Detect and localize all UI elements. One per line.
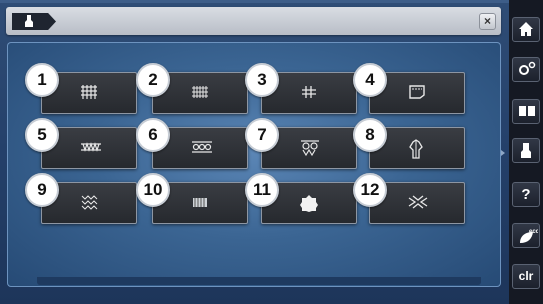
darning-stitch-icon (81, 195, 98, 210)
eco-button[interactable]: eco (512, 223, 540, 248)
tile-number-12: 12 (353, 173, 387, 207)
title-tab (12, 13, 56, 30)
tile-number-9: 9 (25, 173, 59, 207)
scroll-indicator (501, 150, 505, 156)
hem-stitch-icon (193, 198, 207, 207)
buttonhole-stitch-icon (301, 140, 319, 157)
eco-label: eco (529, 229, 538, 235)
shirt-collar-icon (409, 139, 423, 159)
smocking-stitch-icon (192, 141, 212, 153)
help-button[interactable]: ? (512, 182, 540, 207)
tile-number-10: 10 (136, 173, 170, 207)
right-toolbar: ? eco clr (509, 0, 543, 304)
book-icon (519, 106, 535, 116)
close-button[interactable]: × (479, 13, 496, 30)
title-bar: × (6, 7, 501, 35)
settings-icon (519, 61, 536, 75)
tile-number-7: 7 (245, 118, 279, 152)
home-icon (519, 22, 533, 36)
presser-foot-button[interactable] (512, 138, 540, 163)
tile-number-5: 5 (25, 118, 59, 152)
stitch-grid-dense-icon (192, 86, 208, 98)
settings-button[interactable] (512, 57, 540, 82)
panel-shelf (37, 277, 481, 285)
stitch-selection-panel: 1 2 3 4 5 6 7 8 9 10 11 12 (7, 42, 501, 287)
tile-number-3: 3 (245, 63, 279, 97)
tile-number-1: 1 (25, 63, 59, 97)
tile-number-4: 4 (353, 63, 387, 97)
tile-number-11: 11 (245, 173, 279, 207)
tile-number-8: 8 (353, 118, 387, 152)
tile-number-2: 2 (136, 63, 170, 97)
pocket-icon (409, 85, 425, 99)
presser-foot-icon (521, 143, 531, 158)
clear-button[interactable]: clr (512, 264, 540, 289)
tile-number-6: 6 (136, 118, 170, 152)
tutorial-button[interactable] (512, 99, 540, 124)
zigzag-stitch-icon (408, 195, 428, 209)
patch-icon (300, 195, 318, 212)
honeycomb-stitch-icon (81, 142, 101, 152)
home-button[interactable] (512, 17, 540, 42)
stitch-crosshatch-icon (302, 86, 316, 98)
foot-icon (24, 15, 34, 30)
stitch-grid-icon (81, 85, 97, 99)
eco-leaf-icon: eco (520, 229, 538, 243)
main-window: × 1 2 3 4 5 6 7 8 9 10 11 12 (0, 0, 509, 304)
clear-label: clr (518, 269, 534, 283)
help-label: ? (521, 186, 531, 203)
